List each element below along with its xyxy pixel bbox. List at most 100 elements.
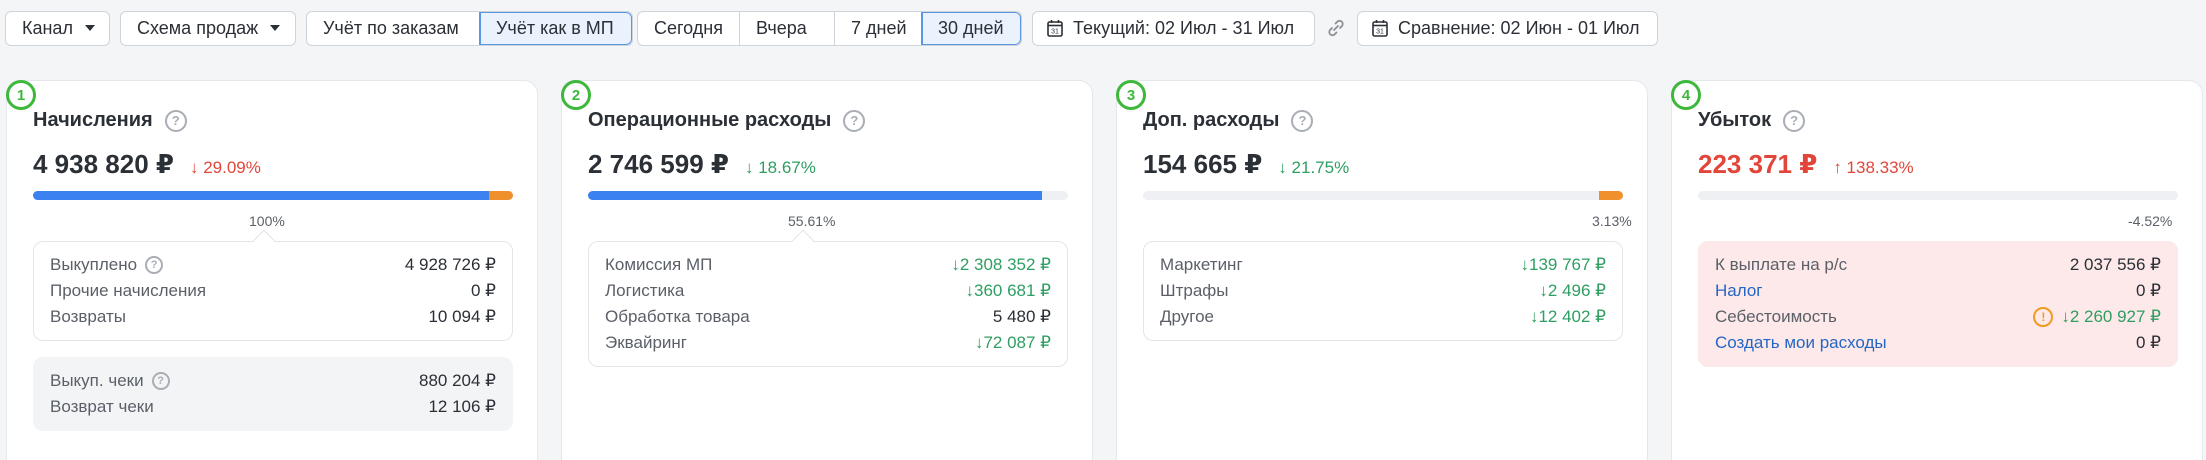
card-loss: Убыток ? 223 371 ₽ ↑ 138.33% -4.52% К вы… [1671,80,2203,460]
period-30-days-label: 30 дней [938,17,1004,38]
total-amount: 223 371 ₽ [1698,149,1818,179]
card-title-text: Начисления [33,109,153,131]
amount-row: 4 938 820 ₽ ↓ 29.09% [33,149,261,180]
row-label: Другое [1160,307,1215,326]
bar-caption: 100% [249,213,285,229]
arrow-up-icon: ↑ [1833,158,1847,177]
sales-scheme-label: Схема продаж [137,17,259,38]
help-icon[interactable]: ? [1783,109,1806,132]
step-badge-4: 4 [1671,80,1701,110]
value-text: 12 402 ₽ [1538,307,1606,326]
period-selector: Сегодня Вчера 7 дней 30 дней [637,10,1022,46]
row-value: 5 480 ₽ [992,307,1051,326]
step-badge-2: 2 [561,80,591,110]
row-label: Обработка товара [605,307,750,326]
list-item: Комиссия МП ↓ 2 308 352 ₽ [605,252,1051,278]
help-icon[interactable]: ? [151,372,170,390]
value-text: 360 681 ₽ [974,281,1051,300]
row-value: ↓ 12 402 ₽ [1530,307,1606,327]
row-label: Выкуплено? [50,255,164,275]
arrow-down-icon: ↓ [189,158,204,177]
period-today[interactable]: Сегодня [638,12,739,45]
calendar-icon: 31 [1372,20,1388,37]
list-item: Создать мои расходы 0 ₽ [1715,330,2161,356]
list-item: К выплате на р/с 2 037 556 ₽ [1715,252,2161,278]
row-label: Возврат чеки [50,397,154,416]
share-bar [1698,191,2178,200]
extra-breakdown: Маркетинг ↓ 139 767 ₽ Штрафы ↓ 2 496 ₽ Д… [1143,241,1623,341]
list-item: Маркетинг ↓ 139 767 ₽ [1160,252,1606,278]
row-value: ↓ 139 767 ₽ [1521,255,1607,275]
card-extra-expenses: Доп. расходы ? 154 665 ₽ ↓ 21.75% 3.13% … [1116,80,1648,460]
row-label: Себестоимость [1715,307,1837,326]
value-text: 139 767 ₽ [1529,255,1606,274]
help-icon[interactable]: ? [1291,109,1314,132]
list-item: Прочие начисления 0 ₽ [50,278,496,304]
row-value: 10 094 ₽ [428,307,496,326]
help-icon[interactable]: ? [164,109,187,132]
card-accruals: Начисления ? 4 938 820 ₽ ↓ 29.09% 100% В… [6,80,538,460]
sales-scheme-dropdown[interactable]: Схема продаж [120,10,296,46]
row-value: 4 928 726 ₽ [404,255,496,274]
accounting-mode-toggle: Учёт по заказам Учёт как в МП [306,10,633,46]
row-value: ↓ 72 087 ₽ [975,333,1051,353]
period-30-days[interactable]: 30 дней [921,11,1021,45]
accounting-as-mp-label: Учёт как в МП [496,17,614,38]
toolbar: Канал Схема продаж Учёт по заказам Учёт … [5,10,1658,46]
delta-badge: ↓ 21.75% [1278,158,1349,178]
delta-value: 29.09% [203,158,261,177]
card-title: Операционные расходы ? [588,109,866,132]
card-title-text: Убыток [1698,109,1772,131]
period-yesterday-label: Вчера [756,17,807,38]
calendar-icon: 31 [1047,20,1063,37]
current-range-label: Текущий: 02 Июл - 31 Июл [1073,17,1295,38]
arrow-down-icon: ↓ [1520,255,1530,274]
list-item: Эквайринг ↓ 72 087 ₽ [605,330,1051,356]
list-item: Возврат чеки 12 106 ₽ [50,394,496,420]
row-label: Комиссия МП [605,255,713,274]
help-icon[interactable]: ? [843,109,866,132]
card-title: Убыток ? [1698,109,1806,132]
step-badge-3: 3 [1116,80,1146,110]
list-item: Налог 0 ₽ [1715,278,2161,304]
arrow-down-icon: ↓ [974,333,984,352]
chevron-down-icon [270,25,281,31]
arrow-down-icon: ↓ [1539,281,1548,300]
warning-icon[interactable]: ! [2033,307,2054,327]
period-7-days[interactable]: 7 дней [834,11,921,45]
list-item: Себестоимость ! ↓ 2 260 927 ₽ [1715,304,2161,330]
channel-label: Канал [22,17,73,38]
amount-row: 2 746 599 ₽ ↓ 18.67% [588,149,816,180]
current-range-picker[interactable]: 31 Текущий: 02 Июл - 31 Июл [1032,10,1315,46]
bar-fill-main [588,191,1043,200]
row-label: Выкуп. чеки? [50,371,170,391]
row-value: ↓ 2 496 ₽ [1539,281,1606,301]
row-value: 2 037 556 ₽ [2069,255,2161,274]
bar-fill-main [33,191,489,200]
total-amount: 2 746 599 ₽ [588,149,729,179]
value-text: 2 260 927 ₽ [2069,307,2161,326]
value-text: 2 496 ₽ [1547,281,1606,300]
accounting-by-orders-option[interactable]: Учёт по заказам [307,12,479,45]
accounting-as-mp-option[interactable]: Учёт как в МП [479,11,632,45]
link-icon[interactable] [1323,15,1349,41]
row-label: Прочие начисления [50,281,207,300]
period-yesterday[interactable]: Вчера [739,11,834,45]
arrow-down-icon: ↓ [1529,307,1539,326]
tax-link[interactable]: Налог [1715,281,1763,301]
delta-value: 18.67% [758,158,816,177]
create-expenses-link[interactable]: Создать мои расходы [1715,333,1887,353]
delta-value: 21.75% [1291,158,1350,177]
arrow-down-icon: ↓ [1278,158,1292,177]
compare-range-picker[interactable]: 31 Сравнение: 02 Июн - 01 Июл [1357,10,1658,46]
arrow-down-icon: ↓ [965,281,975,300]
channel-dropdown[interactable]: Канал [5,10,110,46]
arrow-down-icon: ↓ [2061,307,2070,326]
row-value: ↓ 360 681 ₽ [966,281,1052,301]
row-value: 0 ₽ [2136,333,2161,352]
share-bar [588,191,1068,200]
card-title: Начисления ? [33,109,187,132]
delta-value: 138.33% [1846,158,1914,177]
help-icon[interactable]: ? [145,256,164,274]
delta-badge: ↑ 138.33% [1833,158,1913,178]
